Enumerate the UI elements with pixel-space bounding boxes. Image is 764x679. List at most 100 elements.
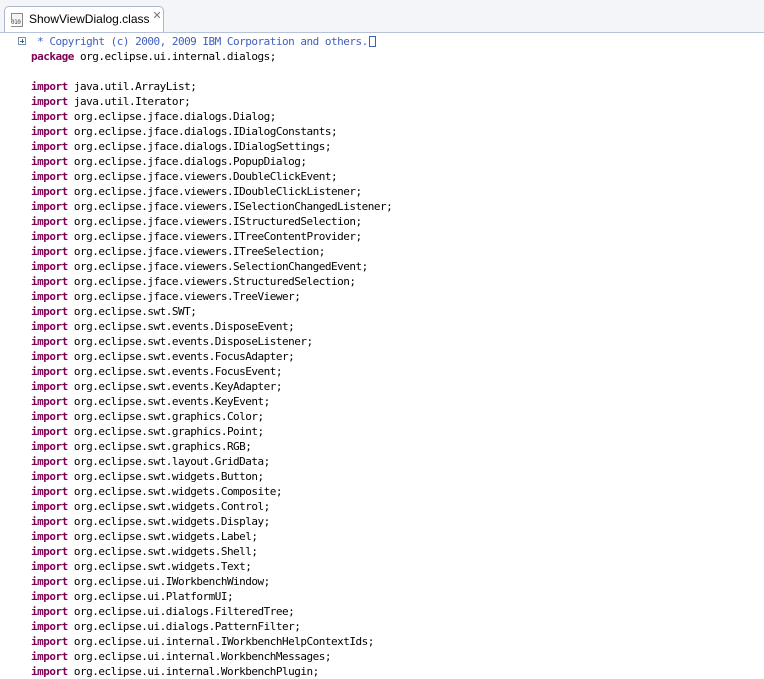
import-keyword: import	[31, 215, 68, 228]
collapsed-comment-marker[interactable]	[368, 36, 376, 47]
import-name: org.eclipse.swt.events.FocusAdapter;	[73, 350, 295, 363]
import-name: org.eclipse.swt.graphics.Color;	[73, 410, 264, 423]
import-line: import org.eclipse.ui.internal.IWorkbenc…	[31, 634, 764, 649]
import-keyword: import	[31, 305, 68, 318]
import-keyword: import	[31, 470, 68, 483]
import-line: import org.eclipse.jface.viewers.ITreeSe…	[31, 244, 764, 259]
import-name: org.eclipse.swt.events.KeyAdapter;	[73, 380, 283, 393]
header-comment-line: * Copyright (c) 2000, 2009 IBM Corporati…	[31, 34, 764, 49]
import-name: org.eclipse.jface.viewers.IStructuredSel…	[73, 215, 362, 228]
import-keyword: import	[31, 485, 68, 498]
import-line: import org.eclipse.swt.graphics.Point;	[31, 424, 764, 439]
import-line: import org.eclipse.swt.graphics.Color;	[31, 409, 764, 424]
import-line: import org.eclipse.ui.dialogs.FilteredTr…	[31, 604, 764, 619]
import-name: org.eclipse.jface.viewers.IDoubleClickLi…	[73, 185, 362, 198]
import-line: import org.eclipse.jface.dialogs.PopupDi…	[31, 154, 764, 169]
import-keyword: import	[31, 515, 68, 528]
import-line: import org.eclipse.swt.events.FocusEvent…	[31, 364, 764, 379]
import-line: import org.eclipse.swt.layout.GridData;	[31, 454, 764, 469]
import-line: import java.util.ArrayList;	[31, 79, 764, 94]
header-comment-text: * Copyright (c) 2000, 2009 IBM Corporati…	[31, 35, 368, 48]
import-name: org.eclipse.jface.dialogs.Dialog;	[73, 110, 277, 123]
package-name: org.eclipse.ui.internal.dialogs;	[73, 50, 276, 63]
import-keyword: import	[31, 140, 68, 153]
import-name: org.eclipse.swt.graphics.RGB;	[73, 440, 252, 453]
import-name: org.eclipse.jface.dialogs.IDialogConstan…	[73, 125, 338, 138]
import-name: org.eclipse.swt.SWT;	[73, 305, 197, 318]
expand-plus-icon[interactable]	[18, 37, 26, 45]
import-name: org.eclipse.swt.events.FocusEvent;	[73, 365, 283, 378]
import-keyword: import	[31, 410, 68, 423]
editor-tab-showviewdialog[interactable]: ShowViewDialog.class ✕	[4, 6, 164, 32]
folding-ruler	[0, 33, 30, 670]
import-keyword: import	[31, 185, 68, 198]
import-keyword: import	[31, 95, 68, 108]
import-line: import org.eclipse.jface.dialogs.IDialog…	[31, 124, 764, 139]
import-keyword: import	[31, 350, 68, 363]
import-keyword: import	[31, 80, 68, 93]
close-icon[interactable]: ✕	[151, 10, 163, 22]
import-keyword: import	[31, 650, 68, 663]
import-keyword: import	[31, 530, 68, 543]
import-line: import org.eclipse.jface.dialogs.IDialog…	[31, 139, 764, 154]
import-name: org.eclipse.jface.viewers.ISelectionChan…	[73, 200, 393, 213]
import-keyword: import	[31, 155, 68, 168]
import-name: org.eclipse.jface.viewers.TreeViewer;	[73, 290, 301, 303]
import-name: org.eclipse.swt.widgets.Label;	[73, 530, 258, 543]
import-keyword: import	[31, 110, 68, 123]
import-keyword: import	[31, 455, 68, 468]
import-keyword: import	[31, 245, 68, 258]
import-name: org.eclipse.ui.internal.WorkbenchPlugin;	[73, 665, 319, 678]
import-line: import org.eclipse.swt.widgets.Label;	[31, 529, 764, 544]
import-keyword: import	[31, 440, 68, 453]
import-name: org.eclipse.jface.viewers.SelectionChang…	[73, 260, 368, 273]
import-keyword: import	[31, 575, 68, 588]
import-keyword: import	[31, 290, 68, 303]
import-name: org.eclipse.jface.dialogs.PopupDialog;	[73, 155, 307, 168]
import-name: org.eclipse.ui.dialogs.PatternFilter;	[73, 620, 301, 633]
package-line: package org.eclipse.ui.internal.dialogs;	[31, 49, 764, 64]
class-file-icon	[11, 13, 23, 27]
import-name: org.eclipse.ui.PlatformUI;	[73, 590, 234, 603]
import-name: org.eclipse.jface.viewers.DoubleClickEve…	[73, 170, 338, 183]
import-name: org.eclipse.ui.IWorkbenchWindow;	[73, 575, 270, 588]
import-name: org.eclipse.swt.events.KeyEvent;	[73, 395, 270, 408]
import-name: org.eclipse.swt.events.DisposeEvent;	[73, 320, 295, 333]
import-keyword: import	[31, 395, 68, 408]
import-name: org.eclipse.swt.events.DisposeListener;	[73, 335, 313, 348]
import-name: org.eclipse.jface.dialogs.IDialogSetting…	[73, 140, 332, 153]
import-line: import org.eclipse.ui.internal.Workbench…	[31, 649, 764, 664]
import-line: import org.eclipse.swt.widgets.Composite…	[31, 484, 764, 499]
import-keyword: import	[31, 425, 68, 438]
import-line: import org.eclipse.swt.events.DisposeEve…	[31, 319, 764, 334]
code-text-area[interactable]: * Copyright (c) 2000, 2009 IBM Corporati…	[31, 34, 764, 679]
import-keyword: import	[31, 605, 68, 618]
import-name: java.util.ArrayList;	[73, 80, 197, 93]
import-name: java.util.Iterator;	[73, 95, 191, 108]
import-line: import org.eclipse.swt.events.KeyAdapter…	[31, 379, 764, 394]
import-keyword: import	[31, 125, 68, 138]
import-keyword: import	[31, 170, 68, 183]
import-line: import org.eclipse.jface.viewers.IStruct…	[31, 214, 764, 229]
editor-tab-bar: ShowViewDialog.class ✕	[0, 0, 764, 33]
import-line: import org.eclipse.swt.widgets.Text;	[31, 559, 764, 574]
import-name: org.eclipse.jface.viewers.ITreeSelection…	[73, 245, 326, 258]
import-line: import org.eclipse.swt.events.FocusAdapt…	[31, 349, 764, 364]
import-keyword: import	[31, 665, 68, 678]
import-line: import org.eclipse.swt.widgets.Display;	[31, 514, 764, 529]
import-line: import org.eclipse.jface.viewers.IDouble…	[31, 184, 764, 199]
import-line: import org.eclipse.swt.widgets.Shell;	[31, 544, 764, 559]
import-line: import org.eclipse.ui.internal.Workbench…	[31, 664, 764, 679]
import-keyword: import	[31, 500, 68, 513]
import-keyword: import	[31, 620, 68, 633]
import-name: org.eclipse.ui.internal.WorkbenchMessage…	[73, 650, 332, 663]
import-line: import org.eclipse.swt.SWT;	[31, 304, 764, 319]
code-editor[interactable]: * Copyright (c) 2000, 2009 IBM Corporati…	[0, 33, 764, 678]
import-line: import org.eclipse.jface.viewers.ISelect…	[31, 199, 764, 214]
import-keyword: import	[31, 260, 68, 273]
import-line: import org.eclipse.swt.widgets.Button;	[31, 469, 764, 484]
import-line: import org.eclipse.jface.viewers.DoubleC…	[31, 169, 764, 184]
import-line: import org.eclipse.swt.widgets.Control;	[31, 499, 764, 514]
package-keyword: package	[31, 50, 74, 63]
